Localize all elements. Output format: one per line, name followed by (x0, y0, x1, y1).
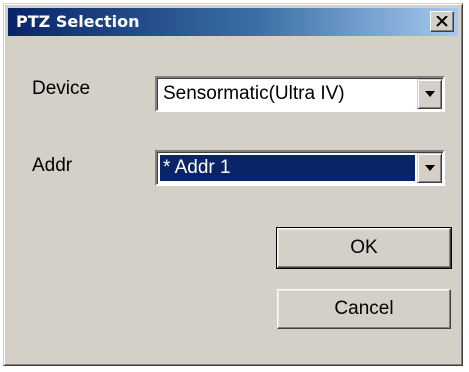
device-label: Device (32, 78, 91, 99)
chevron-down-icon (424, 165, 435, 171)
close-icon (436, 16, 448, 27)
device-dropdown-button[interactable] (417, 79, 442, 109)
chevron-down-icon (424, 91, 435, 97)
ptz-selection-dialog: PTZ Selection Device Sensormatic(Ultra I… (3, 3, 463, 366)
addr-select-value: * Addr 1 (160, 155, 415, 181)
title-bar[interactable]: PTZ Selection (8, 8, 458, 36)
cancel-button[interactable]: Cancel (277, 289, 451, 329)
ok-button[interactable]: OK (276, 227, 452, 269)
window-title: PTZ Selection (16, 12, 140, 31)
addr-label: Addr (32, 155, 73, 176)
addr-select[interactable]: * Addr 1 (155, 150, 445, 186)
addr-dropdown-button[interactable] (417, 153, 442, 183)
close-button[interactable] (430, 11, 454, 32)
device-select-value: Sensormatic(Ultra IV) (163, 83, 345, 104)
device-select[interactable]: Sensormatic(Ultra IV) (155, 76, 445, 112)
